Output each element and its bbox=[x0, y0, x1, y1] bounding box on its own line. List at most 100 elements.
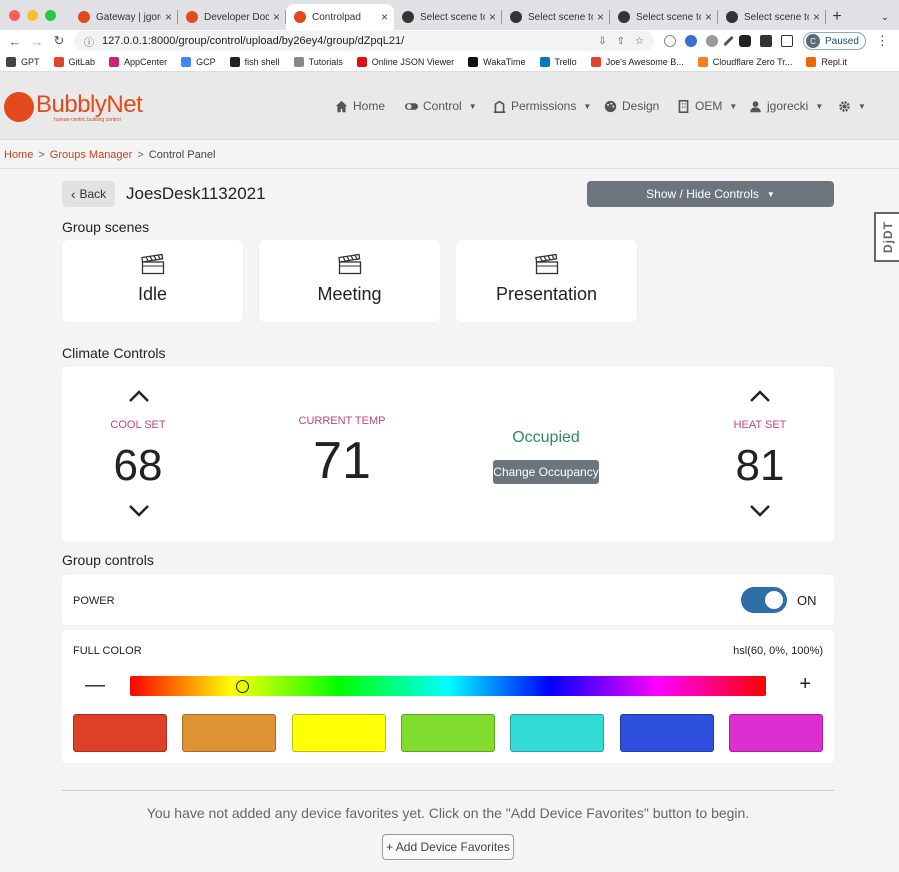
browser-menu-icon[interactable]: ⋮ bbox=[876, 33, 889, 49]
nav-permissions[interactable]: Permissions ▼ bbox=[493, 72, 591, 140]
bookmark-item[interactable]: AppCenter bbox=[109, 56, 167, 67]
close-window-button[interactable] bbox=[9, 9, 20, 21]
hue-decrease-icon[interactable]: — bbox=[85, 674, 105, 697]
cool-down-chevron-icon[interactable] bbox=[128, 504, 150, 518]
bookmark-item[interactable]: Trello bbox=[539, 56, 577, 67]
back-arrow-icon[interactable]: ← bbox=[4, 34, 26, 49]
bookmark-item[interactable]: GitLab bbox=[53, 56, 95, 67]
browser-tab-bar: Gateway | jgorec×Developer Docs×Controlp… bbox=[0, 0, 899, 30]
extension-blue-icon[interactable] bbox=[685, 35, 697, 47]
window-controls bbox=[0, 0, 70, 30]
extension-circle-icon[interactable] bbox=[664, 35, 676, 47]
full-color-control: FULL COLOR hsl(60, 0%, 100%) — + bbox=[62, 630, 834, 763]
bookmark-item[interactable]: Joe's Awesome B... bbox=[590, 56, 684, 67]
color-swatch[interactable] bbox=[400, 714, 495, 752]
nav-design[interactable]: Design bbox=[604, 72, 659, 140]
breadcrumb-home[interactable]: Home bbox=[4, 149, 33, 161]
breadcrumb: Home > Groups Manager > Control Panel bbox=[4, 149, 215, 161]
bookmark-item[interactable]: WakaTime bbox=[468, 56, 526, 67]
color-swatch[interactable] bbox=[182, 714, 277, 752]
maximize-window-button[interactable] bbox=[45, 9, 56, 21]
install-app-icon[interactable]: ⇩ bbox=[598, 36, 606, 47]
cool-up-chevron-icon[interactable] bbox=[128, 389, 150, 403]
color-swatch[interactable] bbox=[728, 714, 823, 752]
color-swatch[interactable] bbox=[510, 714, 605, 752]
scene-card[interactable]: Idle bbox=[62, 240, 243, 322]
url-text: 127.0.0.1:8000/group/control/upload/by26… bbox=[102, 35, 405, 47]
nav-oem[interactable]: OEM ▼ bbox=[677, 72, 737, 140]
extension-pen-icon[interactable] bbox=[723, 35, 734, 47]
bookmark-item[interactable]: Repl.it bbox=[806, 56, 847, 67]
hue-slider-handle[interactable] bbox=[236, 680, 250, 693]
tab-favicon-icon bbox=[726, 11, 738, 23]
brand-logo[interactable]: BubblyNet human-centric building control bbox=[4, 90, 154, 126]
bookmark-favicon-icon bbox=[468, 56, 479, 67]
minimize-window-button[interactable] bbox=[27, 9, 38, 21]
tab-close-icon[interactable]: × bbox=[489, 10, 496, 24]
color-swatch[interactable] bbox=[73, 714, 167, 752]
tab-close-icon[interactable]: × bbox=[273, 10, 280, 24]
bookmark-item[interactable]: Online JSON Viewer bbox=[356, 56, 454, 67]
extension-gear-icon[interactable] bbox=[706, 35, 718, 47]
browser-tab[interactable]: Select scene to × bbox=[502, 4, 610, 30]
address-bar[interactable]: ⓘ 127.0.0.1:8000/group/control/upload/by… bbox=[74, 31, 654, 51]
browser-tab[interactable]: Select scene to × bbox=[718, 4, 826, 30]
scene-card[interactable]: Meeting bbox=[259, 240, 440, 322]
reload-icon[interactable]: ↻ bbox=[48, 33, 70, 49]
power-toggle[interactable] bbox=[741, 587, 787, 613]
show-hide-controls-button[interactable]: Show / Hide Controls ▼ bbox=[587, 181, 834, 207]
heat-down-chevron-icon[interactable] bbox=[749, 504, 771, 518]
bookmark-item[interactable]: fish shell bbox=[229, 56, 280, 67]
tab-close-icon[interactable]: × bbox=[813, 10, 820, 24]
bookmark-item[interactable]: GCP bbox=[181, 56, 216, 67]
back-button[interactable]: ‹ Back bbox=[62, 181, 115, 207]
home-icon bbox=[335, 100, 348, 112]
tab-search-chevron-icon[interactable]: ⌄ bbox=[871, 4, 899, 30]
new-tab-button[interactable]: + bbox=[826, 4, 848, 30]
tab-favicon-icon bbox=[510, 11, 522, 23]
extensions-puzzle-icon[interactable] bbox=[760, 35, 772, 47]
favorites-empty-message: You have not added any device favorites … bbox=[146, 805, 750, 821]
browser-tab[interactable]: Select scene to × bbox=[610, 4, 718, 30]
debug-toolbar-handle[interactable]: DjDT bbox=[874, 212, 899, 262]
climate-panel: COOL SET 68 CURRENT TEMP 71 Occupied Cha… bbox=[62, 367, 834, 541]
nav-home-label: Home bbox=[353, 99, 386, 113]
nav-settings[interactable]: ▼ bbox=[838, 72, 866, 140]
browser-tab[interactable]: Gateway | jgorec × bbox=[70, 4, 178, 30]
power-state: ON bbox=[797, 593, 817, 608]
add-device-favorites-button[interactable]: + Add Device Favorites bbox=[382, 834, 514, 860]
color-swatch[interactable] bbox=[291, 714, 386, 752]
nav-control[interactable]: Control ▼ bbox=[405, 72, 477, 140]
tab-close-icon[interactable]: × bbox=[165, 10, 172, 24]
extension-notion-icon[interactable] bbox=[739, 35, 751, 47]
color-swatch[interactable] bbox=[619, 714, 714, 752]
tab-close-icon[interactable]: × bbox=[705, 10, 712, 24]
nav-user[interactable]: jgorecki ▼ bbox=[749, 72, 823, 140]
browser-tab[interactable]: Select scene to × bbox=[394, 4, 502, 30]
tab-close-icon[interactable]: × bbox=[381, 10, 388, 24]
breadcrumb-groups-manager[interactable]: Groups Manager bbox=[50, 149, 133, 161]
scene-card[interactable]: Presentation bbox=[456, 240, 637, 322]
share-icon[interactable]: ⇧ bbox=[617, 36, 625, 47]
bookmark-item[interactable]: Cloudflare Zero Tr... bbox=[697, 56, 792, 67]
scene-label: Presentation bbox=[495, 284, 598, 304]
nav-home[interactable]: Home bbox=[335, 72, 385, 140]
hue-increase-icon[interactable]: + bbox=[799, 673, 811, 696]
bookmark-item[interactable]: GPT bbox=[6, 56, 40, 67]
chevron-down-icon: ▼ bbox=[766, 189, 775, 199]
chevron-left-icon: ‹ bbox=[70, 186, 76, 202]
heat-up-chevron-icon[interactable] bbox=[749, 389, 771, 403]
forward-arrow-icon[interactable]: → bbox=[26, 34, 48, 49]
clapperboard-icon bbox=[140, 253, 164, 275]
bookmark-item[interactable]: Tutorials bbox=[293, 56, 343, 67]
profile-button[interactable]: C Paused bbox=[803, 32, 866, 50]
browser-tab[interactable]: Developer Docs × bbox=[178, 4, 286, 30]
site-info-icon[interactable]: ⓘ bbox=[84, 34, 94, 49]
hue-slider[interactable] bbox=[130, 676, 766, 696]
profile-avatar: C bbox=[806, 34, 820, 48]
tab-close-icon[interactable]: × bbox=[597, 10, 604, 24]
bookmark-star-icon[interactable]: ☆ bbox=[635, 36, 644, 47]
browser-tab[interactable]: Controlpad × bbox=[286, 4, 394, 30]
side-panel-icon[interactable] bbox=[781, 35, 793, 47]
change-occupancy-button[interactable]: Change Occupancy bbox=[493, 460, 599, 484]
